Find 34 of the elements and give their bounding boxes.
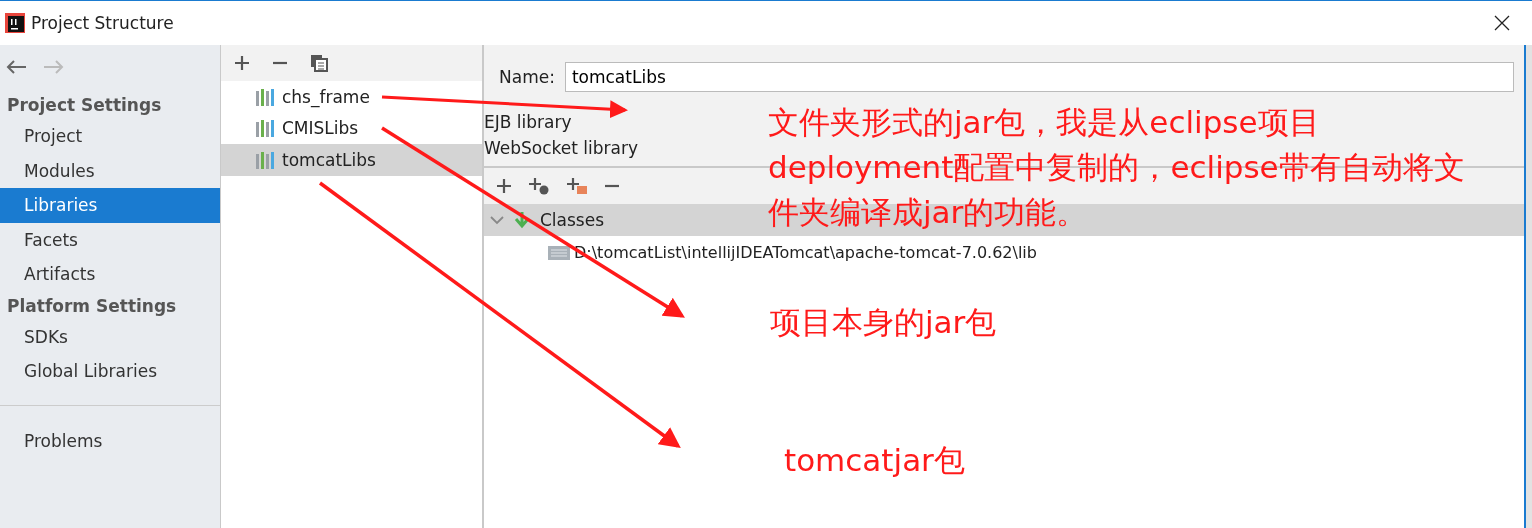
copy-icon[interactable] <box>310 54 328 72</box>
library-icon <box>255 150 277 169</box>
sidebar-item[interactable]: Problems <box>0 423 220 458</box>
library-icon <box>255 87 277 106</box>
sidebar-item[interactable]: Artifacts <box>0 257 220 292</box>
sidebar-item[interactable]: Modules <box>0 153 220 188</box>
sidebar-item[interactable]: Facets <box>0 222 220 257</box>
sidebar-item[interactable]: SDKs <box>0 319 220 354</box>
annotation-text: 文件夹形式的jar包，我是从eclipse项目deployment配置中复制的，eclipse带有自动将文件夹编译成jar的功能。 <box>768 103 1466 232</box>
library-type-label: EJB library <box>484 111 572 134</box>
add-url-icon[interactable] <box>528 177 550 195</box>
add-icon[interactable] <box>234 55 250 71</box>
add-folder-icon[interactable] <box>566 177 588 195</box>
tree-node-label[interactable]: Classes <box>540 210 605 230</box>
library-item[interactable]: CMISLibs <box>221 112 482 144</box>
library-type-label: WebSocket library <box>484 137 639 160</box>
sidebar-item[interactable]: Libraries <box>0 188 220 223</box>
name-field[interactable]: tomcatLibs <box>564 62 1514 92</box>
annotation-text: tomcatjar包 <box>784 441 965 480</box>
sidebar-item[interactable]: Project <box>0 119 220 154</box>
close-icon[interactable] <box>1494 15 1510 31</box>
section-heading: Project Settings <box>6 94 163 117</box>
library-item[interactable]: chs_frame <box>221 81 482 113</box>
section-heading: Platform Settings <box>6 294 178 318</box>
library-icon <box>255 119 277 138</box>
back-arrow-icon[interactable] <box>5 59 27 75</box>
name-label: Name: <box>499 67 555 87</box>
sidebar-item[interactable]: Global Libraries <box>0 354 220 389</box>
add-icon[interactable] <box>496 178 512 194</box>
folder-icon <box>548 244 570 260</box>
annotation-text: 项目本身的jar包 <box>770 303 997 342</box>
app-logo-icon <box>5 13 25 33</box>
library-item[interactable]: tomcatLibs <box>221 144 482 176</box>
window-title: Project Structure <box>31 13 174 33</box>
